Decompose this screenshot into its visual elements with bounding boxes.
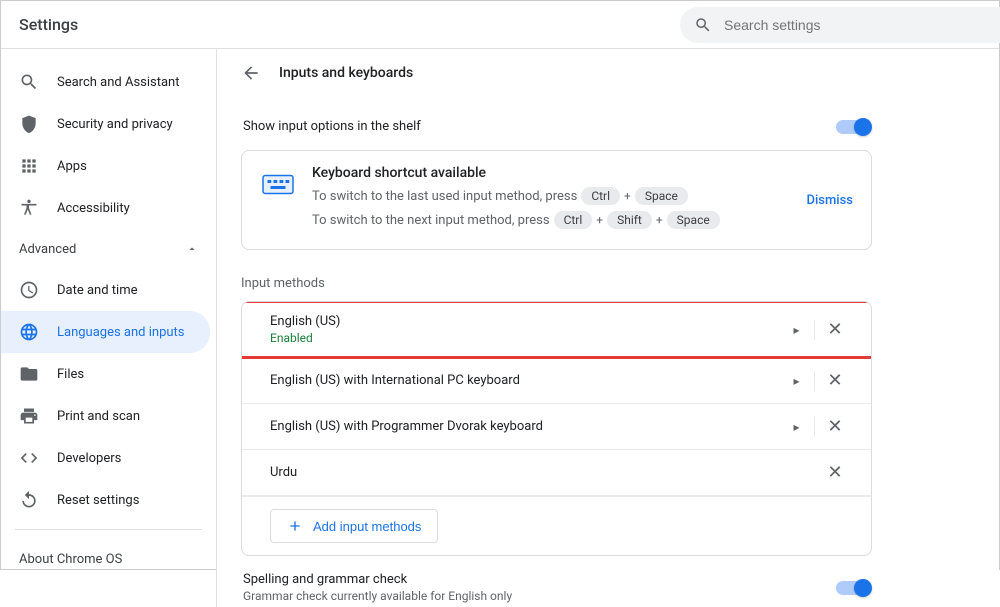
plus-icon bbox=[287, 518, 303, 534]
sidebar: Search and Assistant Security and privac… bbox=[1, 49, 216, 571]
sidebar-advanced-toggle[interactable]: Advanced bbox=[1, 229, 216, 269]
input-method-row[interactable]: English (US) with International PC keybo… bbox=[242, 358, 871, 404]
caret-right-icon[interactable]: ▸ bbox=[779, 371, 815, 391]
close-icon[interactable]: ✕ bbox=[815, 370, 855, 391]
shelf-option-label: Show input options in the shelf bbox=[243, 119, 421, 134]
shortcut-card: Keyboard shortcut available To switch to… bbox=[241, 150, 872, 250]
sidebar-item-search-assistant[interactable]: Search and Assistant bbox=[1, 61, 216, 103]
search-icon bbox=[694, 16, 712, 34]
sidebar-item-label: Reset settings bbox=[57, 493, 139, 508]
input-method-row[interactable]: Urdu ✕ bbox=[242, 450, 871, 496]
sidebar-item-label: Date and time bbox=[57, 283, 138, 298]
sidebar-item-print-scan[interactable]: Print and scan bbox=[1, 395, 216, 437]
close-icon[interactable]: ✕ bbox=[815, 319, 855, 340]
sidebar-item-label: Languages and inputs bbox=[57, 325, 185, 340]
globe-icon bbox=[19, 322, 39, 342]
sidebar-item-label: Security and privacy bbox=[57, 117, 173, 132]
sidebar-item-label: Print and scan bbox=[57, 409, 140, 424]
folder-icon bbox=[19, 364, 39, 384]
sidebar-item-apps[interactable]: Apps bbox=[1, 145, 216, 187]
search-wrapper bbox=[680, 7, 1000, 43]
code-icon bbox=[19, 448, 39, 468]
add-input-row: Add input methods bbox=[242, 496, 871, 555]
app-header: Settings bbox=[1, 1, 999, 49]
shelf-option-row: Show input options in the shelf bbox=[241, 109, 872, 144]
input-methods-label: Input methods bbox=[241, 276, 872, 291]
main-panel: Inputs and keyboards Show input options … bbox=[216, 49, 896, 607]
key-badge: Ctrl bbox=[581, 187, 620, 205]
add-button-label: Add input methods bbox=[313, 519, 421, 534]
key-badge: Shift bbox=[607, 211, 652, 229]
sidebar-item-label: Accessibility bbox=[57, 201, 130, 216]
plus-icon: + bbox=[624, 189, 631, 203]
spell-check-row: Spelling and grammar check Grammar check… bbox=[241, 556, 872, 607]
app-title: Settings bbox=[19, 15, 78, 34]
main-header: Inputs and keyboards bbox=[241, 63, 872, 83]
sidebar-item-security[interactable]: Security and privacy bbox=[1, 103, 216, 145]
close-icon[interactable]: ✕ bbox=[815, 462, 855, 483]
dismiss-button[interactable]: Dismiss bbox=[806, 193, 853, 208]
spell-title: Spelling and grammar check bbox=[243, 572, 512, 587]
sidebar-item-languages-inputs[interactable]: Languages and inputs bbox=[1, 311, 210, 353]
input-method-name: English (US) bbox=[270, 314, 779, 329]
reset-icon bbox=[19, 490, 39, 510]
shortcut-title: Keyboard shortcut available bbox=[312, 165, 790, 181]
sidebar-item-reset[interactable]: Reset settings bbox=[1, 479, 216, 521]
key-badge: Ctrl bbox=[554, 211, 593, 229]
sidebar-item-accessibility[interactable]: Accessibility bbox=[1, 187, 216, 229]
sidebar-item-label: Developers bbox=[57, 451, 121, 466]
sidebar-divider bbox=[15, 529, 202, 530]
input-method-row[interactable]: English (US) Enabled ▸ ✕ bbox=[242, 302, 871, 358]
close-icon[interactable]: ✕ bbox=[815, 416, 855, 437]
sidebar-item-label: Search and Assistant bbox=[57, 75, 180, 90]
input-methods-card: English (US) Enabled ▸ ✕ English (US) wi… bbox=[241, 301, 872, 556]
accessibility-icon bbox=[19, 198, 39, 218]
spell-sub: Grammar check currently available for En… bbox=[243, 589, 512, 603]
shortcut-line1-text: To switch to the last used input method,… bbox=[312, 189, 577, 204]
input-method-name: Urdu bbox=[270, 465, 779, 480]
printer-icon bbox=[19, 406, 39, 426]
clock-icon bbox=[19, 280, 39, 300]
apps-icon bbox=[19, 156, 39, 176]
input-method-status: Enabled bbox=[270, 331, 779, 345]
back-arrow-icon[interactable] bbox=[241, 63, 261, 83]
shelf-toggle[interactable] bbox=[836, 120, 870, 134]
input-method-name: English (US) with International PC keybo… bbox=[270, 373, 779, 388]
sidebar-item-label: Files bbox=[57, 367, 84, 382]
caret-right-icon[interactable]: ▸ bbox=[779, 417, 815, 437]
caret-right-icon[interactable]: ▸ bbox=[779, 320, 815, 340]
shield-icon bbox=[19, 114, 39, 134]
sidebar-item-developers[interactable]: Developers bbox=[1, 437, 216, 479]
plus-icon: + bbox=[596, 213, 603, 227]
search-input[interactable] bbox=[680, 7, 1000, 43]
sidebar-item-files[interactable]: Files bbox=[1, 353, 216, 395]
keyboard-icon bbox=[260, 165, 296, 201]
input-method-name: English (US) with Programmer Dvorak keyb… bbox=[270, 419, 779, 434]
input-method-row[interactable]: English (US) with Programmer Dvorak keyb… bbox=[242, 404, 871, 450]
key-badge: Space bbox=[635, 187, 688, 205]
key-badge: Space bbox=[667, 211, 720, 229]
spell-toggle[interactable] bbox=[836, 581, 870, 595]
advanced-label: Advanced bbox=[19, 242, 76, 257]
sidebar-item-label: Apps bbox=[57, 159, 87, 174]
shortcut-line2-text: To switch to the next input method, pres… bbox=[312, 213, 550, 228]
chevron-up-icon bbox=[186, 243, 198, 255]
add-input-methods-button[interactable]: Add input methods bbox=[270, 509, 438, 543]
plus-icon: + bbox=[656, 213, 663, 227]
sidebar-about[interactable]: About Chrome OS bbox=[1, 538, 216, 581]
sidebar-item-date-time[interactable]: Date and time bbox=[1, 269, 216, 311]
page-title: Inputs and keyboards bbox=[279, 65, 413, 81]
search-icon bbox=[19, 72, 39, 92]
